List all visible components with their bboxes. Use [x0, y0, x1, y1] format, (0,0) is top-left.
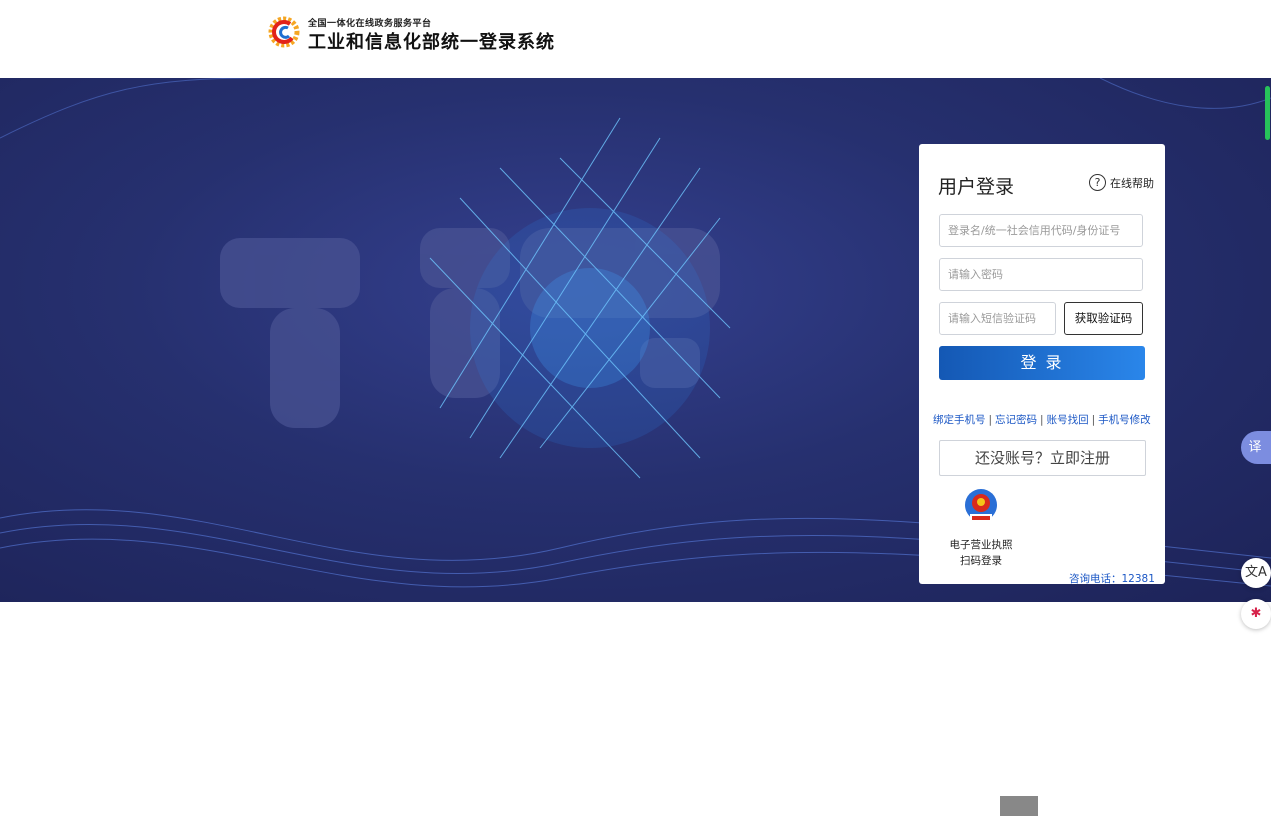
- online-help-link[interactable]: ? 在线帮助: [1089, 174, 1154, 191]
- question-circle-icon: ?: [1089, 174, 1106, 191]
- page-header: 全国一体化在线政务服务平台 工业和信息化部统一登录系统: [0, 0, 1271, 78]
- get-code-button[interactable]: 获取验证码: [1064, 302, 1143, 335]
- change-phone-link[interactable]: 手机号修改: [1098, 414, 1151, 426]
- account-links: 绑定手机号 | 忘记密码 | 账号找回 | 手机号修改: [933, 412, 1151, 427]
- license-scan-login[interactable]: 电子营业执照 扫码登录: [943, 537, 1019, 569]
- keyboard-icon[interactable]: [1000, 796, 1038, 816]
- account-recovery-link[interactable]: 账号找回: [1047, 414, 1089, 426]
- translate-tab-button[interactable]: 译: [1241, 431, 1271, 464]
- link-separator: |: [988, 414, 993, 426]
- scan-label-line2: 扫码登录: [960, 555, 1002, 567]
- translate-icon[interactable]: 文A: [1241, 558, 1271, 588]
- link-separator: |: [1040, 414, 1044, 426]
- online-help-label: 在线帮助: [1110, 176, 1154, 190]
- mii-gear-logo-icon: [268, 16, 300, 48]
- register-button[interactable]: 还没账号？立即注册: [939, 440, 1146, 476]
- password-input[interactable]: 请输入密码: [939, 258, 1143, 291]
- username-input[interactable]: 登录名/统一社会信用代码/身份证号: [939, 214, 1143, 247]
- ai-assistant-icon[interactable]: ✱: [1241, 599, 1271, 629]
- scan-label-line1: 电子营业执照: [949, 539, 1013, 551]
- sms-code-input[interactable]: 请输入短信验证码: [939, 302, 1056, 335]
- login-button[interactable]: 登 录: [939, 346, 1145, 380]
- scrollbar-thumb[interactable]: [1265, 86, 1270, 140]
- bind-phone-link[interactable]: 绑定手机号: [933, 414, 986, 426]
- national-emblem-icon[interactable]: [964, 488, 998, 528]
- hotline-text: 咨询电话：12381: [1069, 573, 1155, 585]
- login-title: 用户登录: [938, 176, 1015, 198]
- login-panel: 用户登录 ? 在线帮助 登录名/统一社会信用代码/身份证号 请输入密码 请输入短…: [919, 144, 1165, 585]
- system-title: 工业和信息化部统一登录系统: [308, 32, 555, 53]
- link-separator: |: [1091, 414, 1096, 426]
- forgot-password-link[interactable]: 忘记密码: [995, 414, 1037, 426]
